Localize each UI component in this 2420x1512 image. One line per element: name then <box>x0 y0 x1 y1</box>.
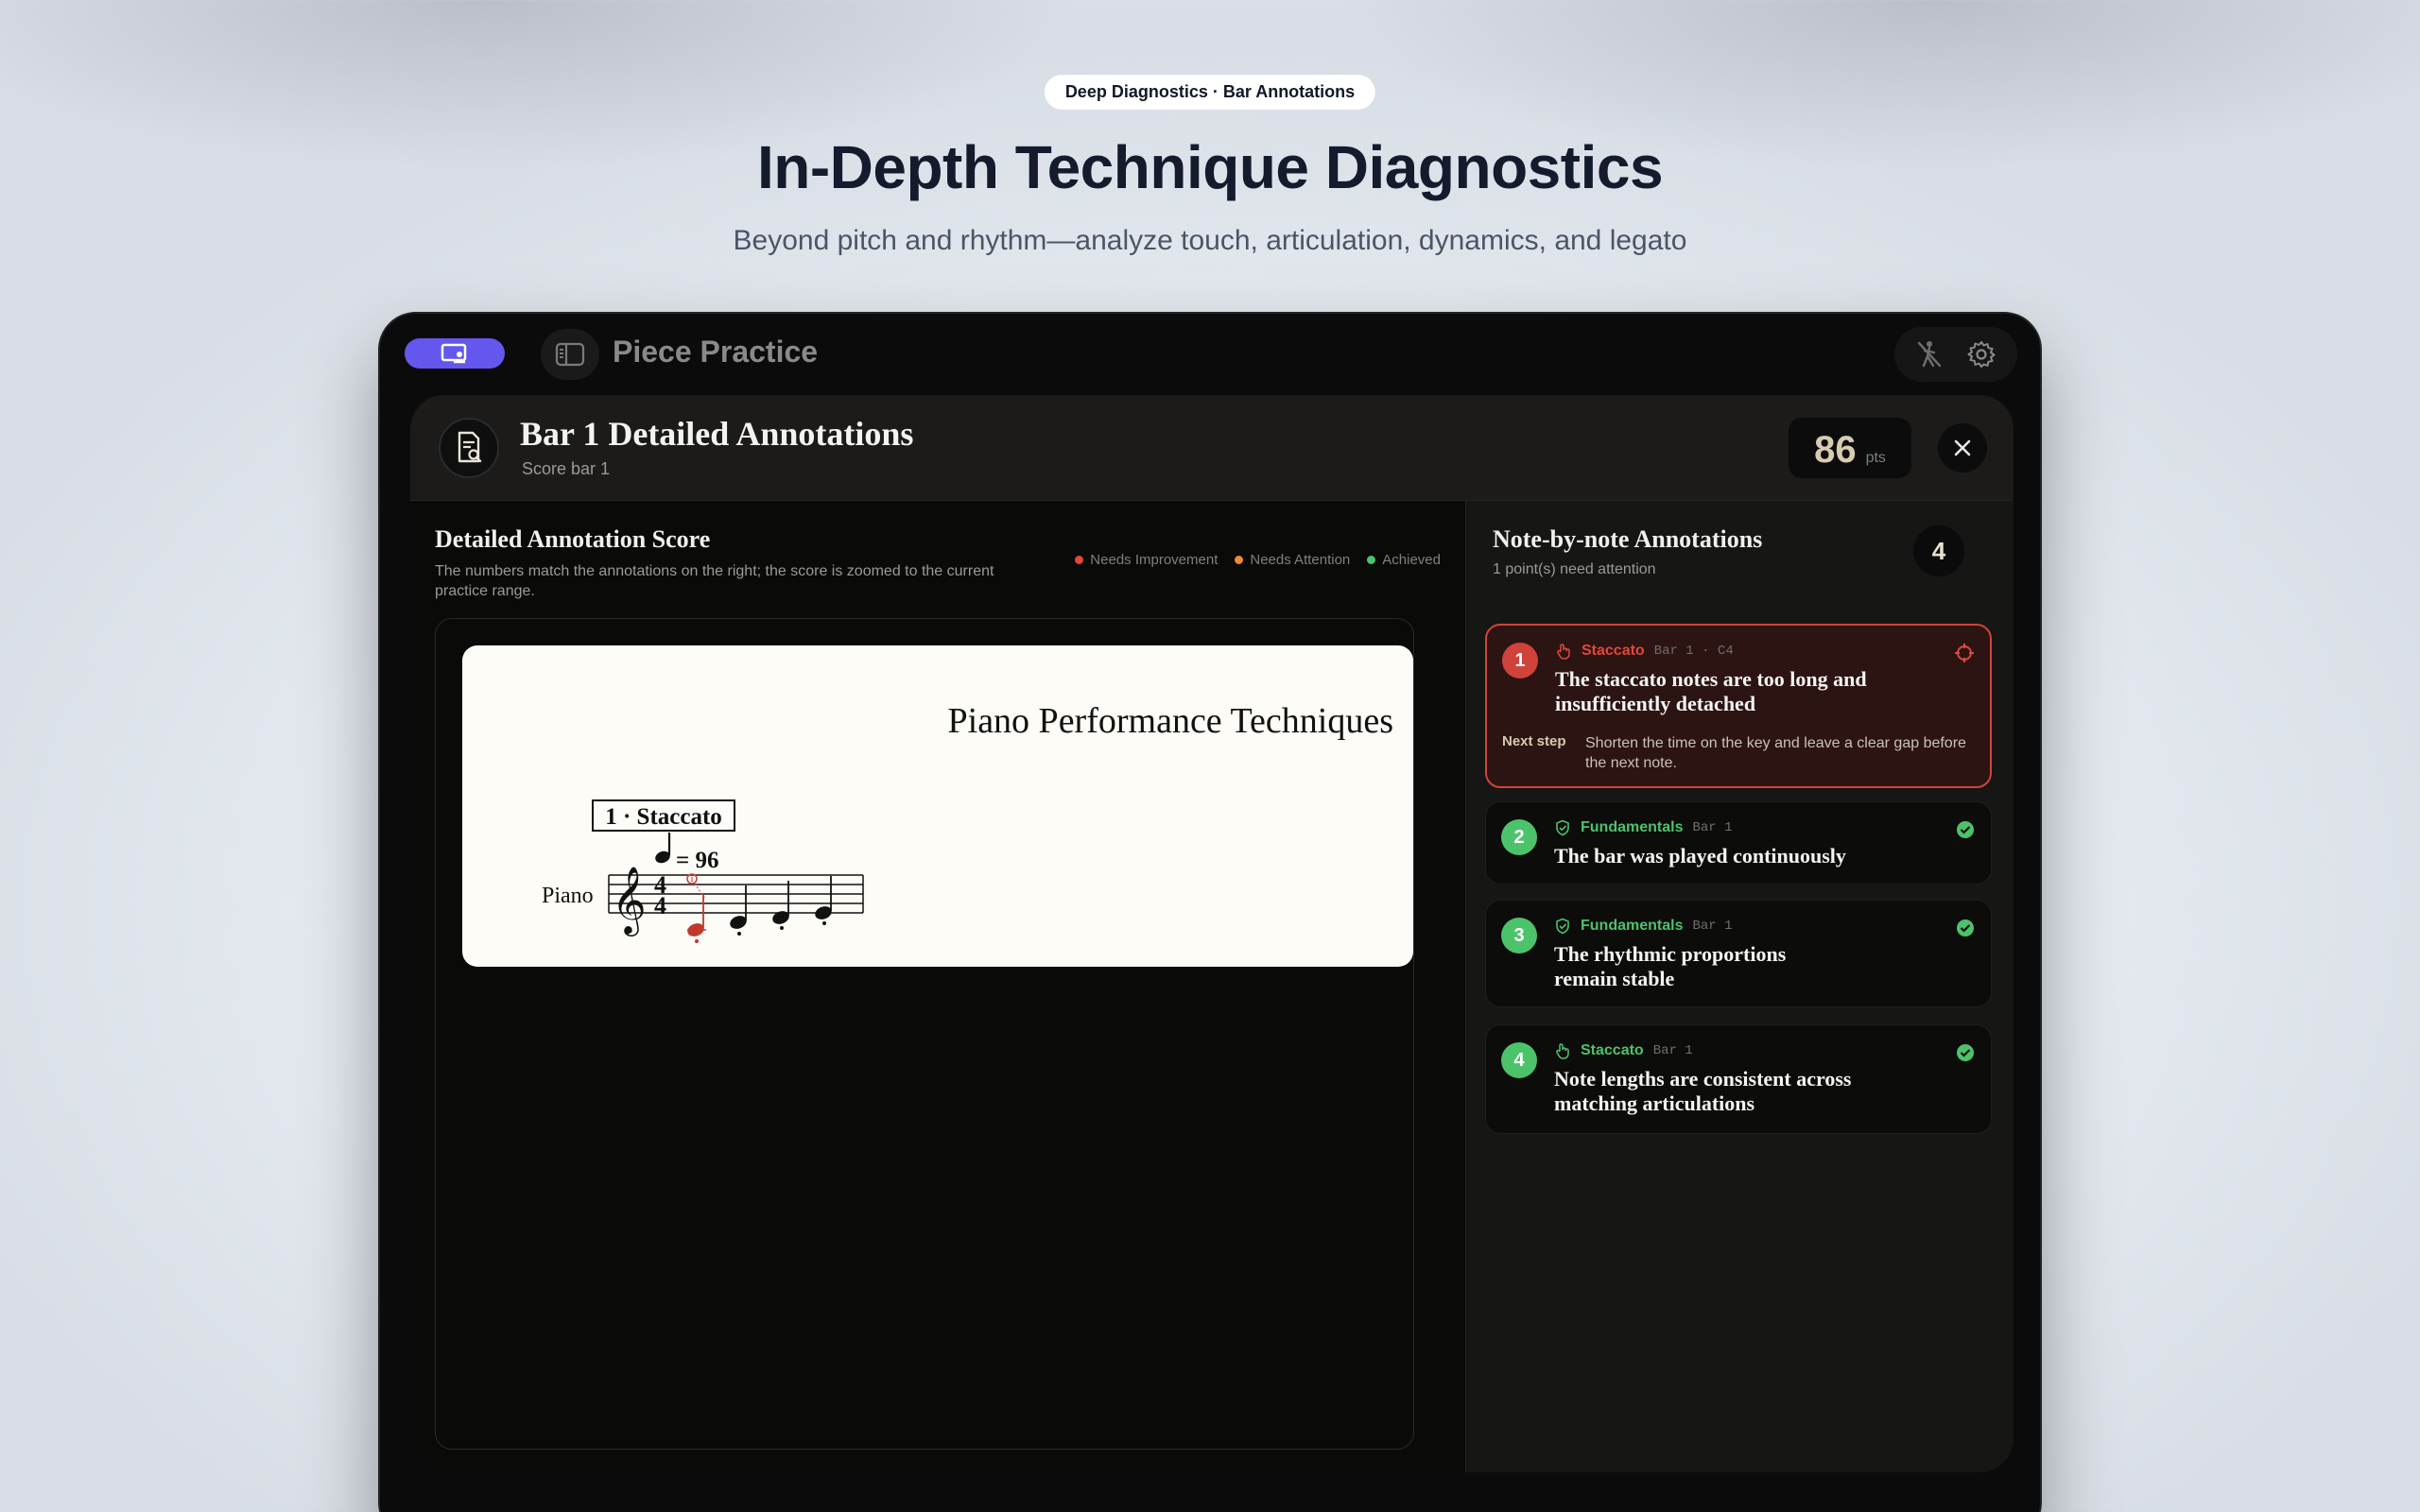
next-step-text: Shorten the time on the key and leave a … <box>1585 735 1966 771</box>
annotation-marker-number: 1 <box>690 876 694 884</box>
document-search-icon <box>439 418 499 478</box>
toolbar-actions <box>1894 327 2017 382</box>
close-icon <box>1954 439 1971 456</box>
annotation-card[interactable]: 4 Staccato Bar 1 Note lengths are consis… <box>1485 1024 1992 1134</box>
treble-clef: 𝄞 <box>612 867 647 936</box>
annotation-card[interactable]: 1 Staccato Bar 1 · C4 The staccato notes… <box>1485 624 1992 788</box>
score-section-description: The numbers match the annotations on the… <box>435 563 994 599</box>
staccato-dot <box>780 926 784 930</box>
legend-dot <box>1367 556 1376 564</box>
annotation-location: Bar 1 <box>1692 820 1733 835</box>
score-section-title: Detailed Annotation Score <box>435 525 711 553</box>
hand-touch-icon <box>1557 644 1570 660</box>
staccato-dot <box>822 921 826 925</box>
annotation-meta: Staccato Bar 1 <box>1554 1042 1693 1059</box>
legend-item: Needs Attention <box>1235 552 1350 568</box>
annotation-number: 4 <box>1501 1042 1537 1078</box>
piece-title: Piano Performance Techniques <box>948 701 1394 741</box>
rehearsal-mark: 1 · Staccato <box>605 804 722 830</box>
gear-icon[interactable] <box>1966 339 1996 369</box>
hero-badge: Deep Diagnostics · Bar Annotations <box>1043 74 1377 111</box>
check-circle-icon <box>1955 819 1976 845</box>
crosshair-icon <box>1955 644 1974 662</box>
mode-toggle-button[interactable] <box>405 338 505 369</box>
annotations-title: Note-by-note Annotations <box>1493 525 1763 553</box>
legend-dot <box>1075 556 1084 564</box>
annotation-category: Staccato <box>1581 1042 1644 1058</box>
staccato-dot <box>695 939 699 943</box>
device-frame: Piece Practice Bar 1 Detailed Annotation… <box>378 312 2042 1512</box>
score-value: 86 <box>1814 429 1857 471</box>
annotation-meta: Fundamentals Bar 1 <box>1554 819 1732 836</box>
annotation-meta: Fundamentals Bar 1 <box>1554 918 1732 935</box>
annotation-location: Bar 1 · C4 <box>1653 644 1734 659</box>
staccato-dot <box>737 932 741 936</box>
annotation-title: The rhythmic proportions remain stable <box>1554 942 1787 990</box>
monitor-user-icon <box>441 343 467 364</box>
score-unit: pts <box>1865 450 1886 466</box>
hero-subtitle: Beyond pitch and rhythm—analyze touch, a… <box>733 225 1687 256</box>
app-topbar: Piece Practice <box>380 314 2040 395</box>
annotation-location: Bar 1 <box>1692 919 1733 934</box>
legend-dot <box>1235 556 1244 564</box>
annotation-card[interactable]: 3 Fundamentals Bar 1 The rhythmic propor… <box>1485 900 1992 1007</box>
app-title: Piece Practice <box>613 335 819 369</box>
score-badge: 86 pts <box>1789 418 1911 478</box>
legend-item: Needs Improvement <box>1075 552 1218 568</box>
annotation-category: Fundamentals <box>1581 918 1684 934</box>
sheet-music: Piano Performance Techniques 1 · Staccat… <box>462 645 1413 967</box>
annotation-number: 1 <box>1502 643 1538 679</box>
hand-touch-icon <box>1556 1043 1569 1059</box>
score-viewer[interactable]: Piano Performance Techniques 1 · Staccat… <box>435 618 1414 1450</box>
check-circle-icon <box>1955 918 1976 943</box>
notation-svg: Piano Performance Techniques 1 · Staccat… <box>542 701 1394 943</box>
panel-title: Bar 1 Detailed Annotations <box>520 415 914 453</box>
check-circle-icon <box>1955 1042 1976 1068</box>
status-legend: Needs Improvement Needs Attention Achiev… <box>1075 552 1441 568</box>
annotations-sidebar: Note-by-note Annotations 1 point(s) need… <box>1465 501 2014 1472</box>
next-step-label: Next step <box>1502 733 1566 749</box>
annotation-category: Staccato <box>1582 643 1645 659</box>
annotation-title: Note lengths are consistent across match… <box>1554 1067 1852 1115</box>
time-signature-bottom: 4 <box>654 892 666 919</box>
score-section: Detailed Annotation Score The numbers ma… <box>410 501 1465 1472</box>
shield-check-icon <box>1556 918 1569 935</box>
annotation-title: The bar was played continuously <box>1554 844 1846 868</box>
instrument-label: Piano <box>542 884 594 908</box>
annotations-subtitle: 1 point(s) need attention <box>1493 561 1656 577</box>
posture-off-icon[interactable] <box>1915 339 1944 369</box>
annotation-meta: Staccato Bar 1 · C4 <box>1555 643 1734 660</box>
hero-title: In-Depth Technique Diagnostics <box>756 133 1664 201</box>
close-button[interactable] <box>1938 423 1987 472</box>
sidebar-toggle-button[interactable] <box>541 329 599 380</box>
shield-check-icon <box>1556 819 1569 836</box>
annotation-title: The staccato notes are too long and insu… <box>1555 667 1867 715</box>
annotation-number: 2 <box>1501 819 1537 855</box>
annotation-card[interactable]: 2 Fundamentals Bar 1 The bar was played … <box>1485 801 1992 885</box>
annotation-location: Bar 1 <box>1652 1043 1693 1058</box>
legend-item: Achieved <box>1367 552 1441 568</box>
annotations-count: 4 <box>1913 525 1964 576</box>
locate-button[interactable] <box>1954 643 1975 668</box>
annotation-category: Fundamentals <box>1581 819 1684 835</box>
panel-header: Bar 1 Detailed Annotations Score bar 1 8… <box>410 395 2014 501</box>
annotation-panel: Bar 1 Detailed Annotations Score bar 1 8… <box>410 395 2014 1472</box>
tempo-marking: = 96 <box>676 848 719 873</box>
annotation-number: 3 <box>1501 918 1537 954</box>
sidebar-icon <box>555 342 585 367</box>
panel-subtitle: Score bar 1 <box>522 459 611 478</box>
